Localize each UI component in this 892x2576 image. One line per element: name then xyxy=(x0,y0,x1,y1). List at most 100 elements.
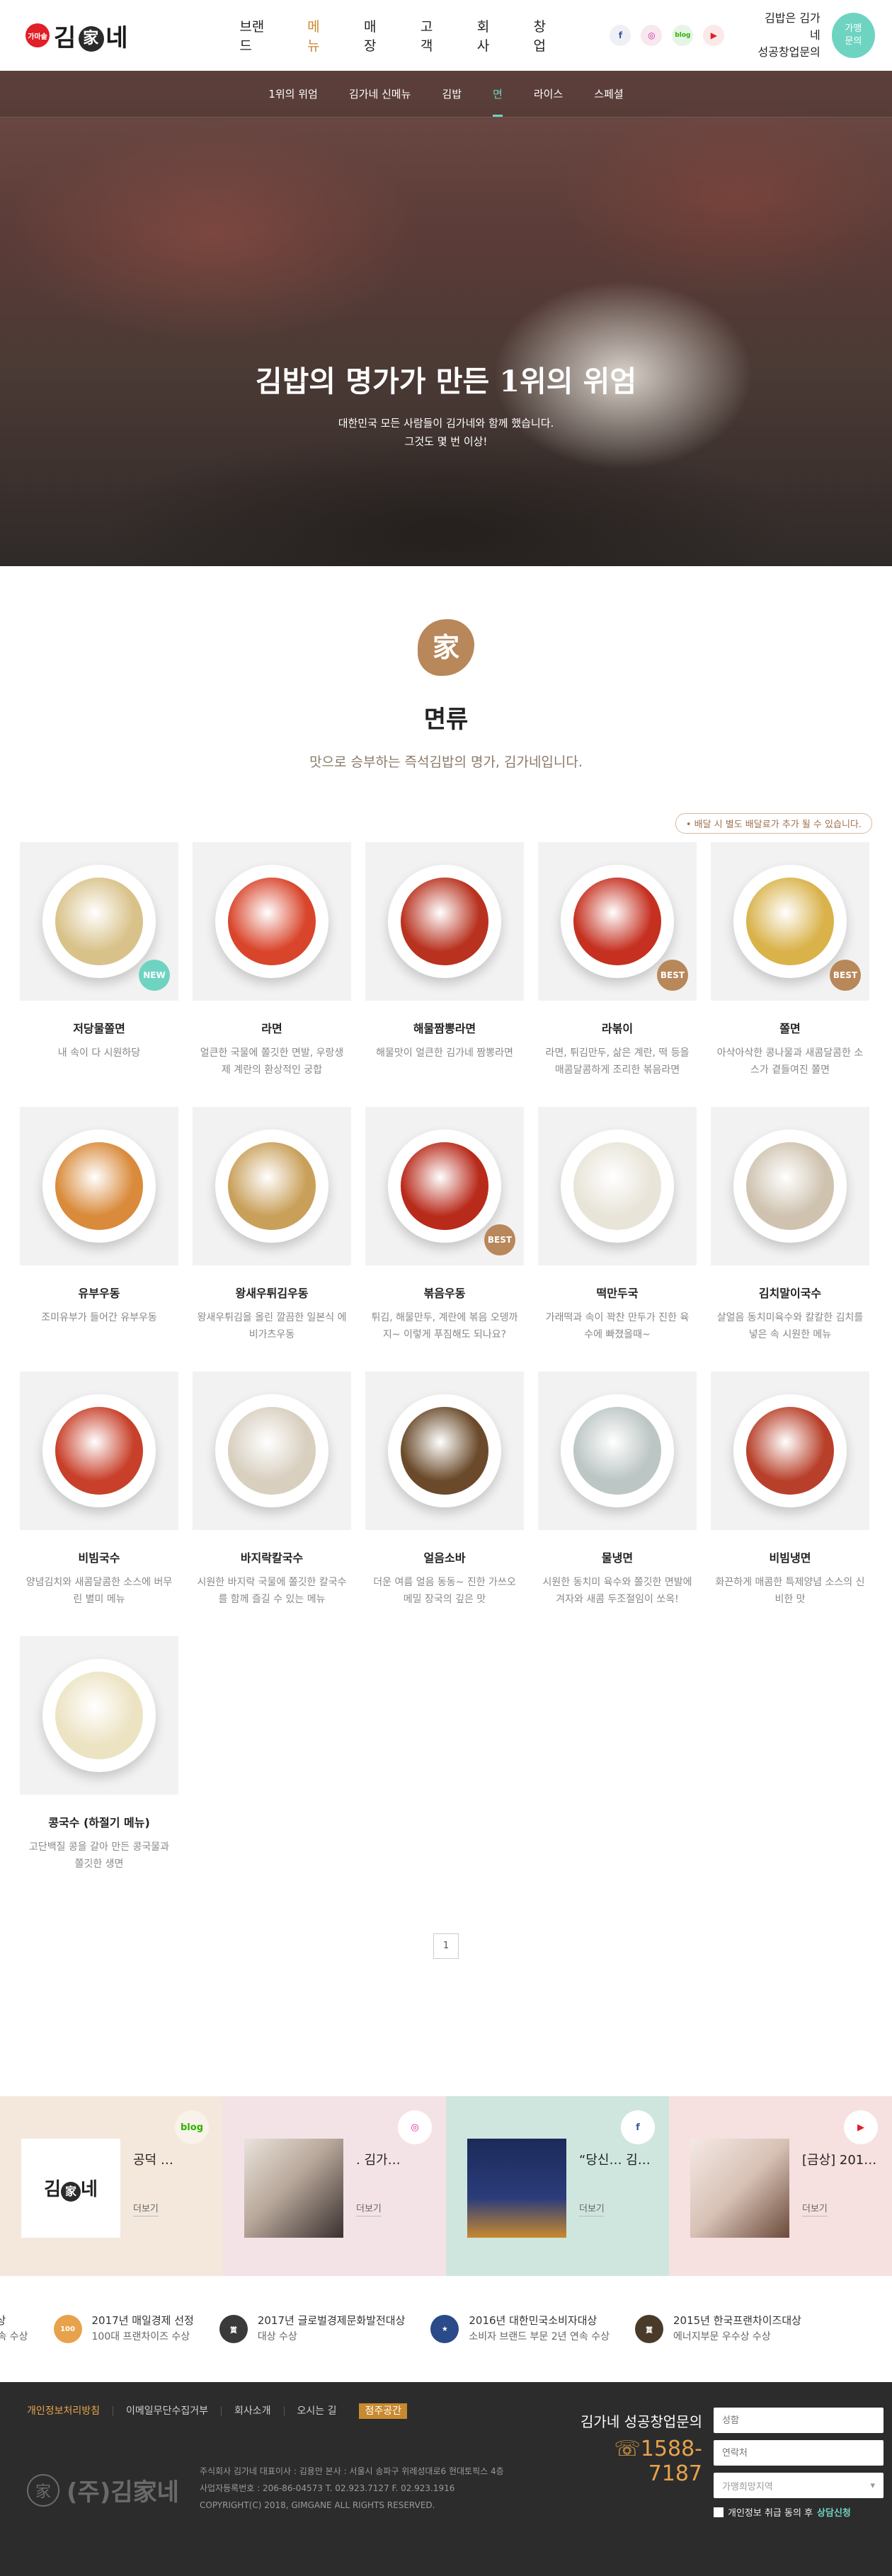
feed-more-link[interactable]: 더보기 xyxy=(133,2201,159,2216)
facebook-icon[interactable]: f xyxy=(610,25,631,46)
agree-checkbox[interactable] xyxy=(714,2507,724,2517)
name-input[interactable] xyxy=(714,2408,884,2433)
feed-card-blog[interactable]: 김 家 네 공덕 … 더보기 blog xyxy=(0,2096,223,2276)
subnav-new-menu[interactable]: 김가네 신메뉴 xyxy=(349,71,411,117)
logo-badge: 가마솥 xyxy=(25,23,50,47)
feed-body: 공덕 … 더보기 xyxy=(133,2139,211,2276)
menu-card[interactable]: 바지락칼국수 시원한 바지락 국물에 쫄깃한 칼국수를 함께 즐길 수 있는 메뉴 xyxy=(193,1372,351,1636)
franchise-inquiry-button[interactable]: 가맹 문의 xyxy=(831,13,875,58)
feed-title: [금상] 201… xyxy=(802,2153,877,2168)
feed-body: . 김가… 더보기 xyxy=(356,2139,434,2276)
main-nav: 브랜드 메뉴 매장 고객 회사 창업 xyxy=(239,16,556,54)
feed-more-link[interactable]: 더보기 xyxy=(579,2201,605,2216)
menu-thumbnail: BEST xyxy=(538,842,697,1001)
award-title: 2017년 글로벌경제문화발전대상 xyxy=(257,2314,406,2327)
dish-food xyxy=(746,1407,834,1495)
dish-bowl-icon xyxy=(388,1129,501,1243)
footer-owner-space-button[interactable]: 점주공간 xyxy=(359,2403,408,2419)
subnav-rice[interactable]: 라이스 xyxy=(534,71,563,117)
sub-nav: 1위의 위엄 김가네 신메뉴 김밥 면 라이스 스페셜 xyxy=(0,71,892,117)
award-text: 대한민국소비자대상브랜드 부문 3년 연속 수상 xyxy=(0,2313,28,2345)
nav-franchise[interactable]: 창업 xyxy=(534,16,556,54)
menu-card[interactable]: BEST 쫄면 아삭아삭한 콩나물과 새콤달콤한 소스가 곁들여진 쫄면 xyxy=(711,842,869,1107)
dish-bowl-icon xyxy=(215,865,328,978)
section-subtitle: 맛으로 승부하는 즉석김밥의 명가, 김가네입니다. xyxy=(309,754,583,770)
footer-phone-number[interactable]: ☏1588-7187 xyxy=(575,2437,702,2486)
menu-thumbnail: NEW xyxy=(20,842,178,1001)
menu-card[interactable]: 왕새우튀김우동왕새우튀김을 올린 깔끔한 일본식 에비가츠우동 xyxy=(193,1107,351,1372)
chevron-down-icon: ▾ xyxy=(870,2480,875,2491)
agree-row: 개인정보 취급 동의 후 상담신청 xyxy=(714,2505,884,2519)
feed-more-link[interactable]: 더보기 xyxy=(356,2201,382,2216)
nav-customer[interactable]: 고객 xyxy=(421,16,443,54)
dish-food xyxy=(746,878,834,965)
menu-card[interactable]: 떡만두국 가래떡과 속이 꽉찬 만두가 진한 육수에 빠졌을때~ xyxy=(538,1107,697,1372)
menu-card[interactable]: 해물짬뽕라면 해물맛이 얼큰한 김가네 짬뽕라면 xyxy=(365,842,524,1107)
menu-card[interactable]: 비빔냉면 화끈하게 매콤한 특제양념 소스의 신비한 맛 xyxy=(711,1372,869,1636)
nav-menu[interactable]: 메뉴 xyxy=(307,16,330,54)
award-item: ★ 2016년 대한민국소비자대상 소비자 브랜드 부문 2년 연속 수상 xyxy=(430,2313,635,2345)
blog-icon[interactable]: blog xyxy=(672,25,694,46)
instagram-icon[interactable]: ◎ xyxy=(641,25,663,46)
menu-card[interactable]: BEST 볶음우동 튀김, 해물만두, 계란에 볶음 오뎅까지~ 이렇게 푸짐해도 … xyxy=(365,1107,524,1372)
feed-more-link[interactable]: 더보기 xyxy=(802,2201,828,2216)
feed-card-facebook[interactable]: “당신… 김밥계… @___… 더보기 f xyxy=(446,2096,669,2276)
dish-food xyxy=(401,1407,488,1495)
footer-privacy-link[interactable]: 개인정보처리방침 xyxy=(27,2406,113,2416)
award-item: ★대한민국소비자대상브랜드 부문 3년 연속 수상 xyxy=(0,2313,54,2345)
menu-card[interactable]: NEW 저당물쫄면 내 속이 다 시원하당 xyxy=(20,842,178,1107)
dish-bowl-icon xyxy=(388,1394,501,1507)
youtube-icon[interactable]: ▶ xyxy=(703,25,725,46)
subnav-best[interactable]: 1위의 위엄 xyxy=(268,71,318,117)
nav-company[interactable]: 회사 xyxy=(477,16,500,54)
site-logo[interactable]: 가마솥 김家네 xyxy=(25,18,208,53)
menu-card[interactable]: 유부우동 조미유부가 들어간 유부우동 xyxy=(20,1107,178,1372)
phone-input[interactable] xyxy=(714,2440,884,2466)
subnav-noodles[interactable]: 면 xyxy=(493,71,503,117)
menu-card[interactable]: 김치말이국수 살얼음 동치미육수와 칼칼한 김치를 넣은 속 시원한 메뉴 xyxy=(711,1107,869,1372)
menu-description: 해물맛이 얼큰한 김가네 짬뽕라면 xyxy=(376,1047,513,1059)
award-text: 2017년 매일경제 선정 100대 프랜차이즈 수상 xyxy=(92,2313,194,2345)
menu-description: 내 속이 다 시원하당 xyxy=(57,1047,141,1059)
menu-card[interactable]: 라면 얼큰한 국물에 쫄깃한 면발, 우랑생제 계란의 환상적인 궁합 xyxy=(193,842,351,1107)
instagram-icon[interactable]: ◎ xyxy=(398,2110,432,2144)
menu-card[interactable]: 콩국수 (하절기 메뉴) 고단백질 콩을 갈아 만든 콩국물과 쫄깃한 생면 xyxy=(20,1636,178,1901)
menu-name: 왕새우튀김우동 xyxy=(235,1287,309,1300)
consult-line-1: 김밥은 김가네 xyxy=(765,11,820,42)
menu-description: 왕새우튀김을 올린 깔끔한 일본식 에비가츠우동 xyxy=(197,1312,347,1340)
feed-card-instagram[interactable]: . 김가… 더보기 ◎ xyxy=(223,2096,446,2276)
menu-name: 비빔냉면 xyxy=(769,1551,811,1565)
logo-text-han: 家 xyxy=(79,26,105,52)
menu-name: 유부우동 xyxy=(78,1287,120,1300)
subnav-gimbap[interactable]: 김밥 xyxy=(442,71,462,117)
menu-card[interactable]: 얼음소바 더운 여름 얼음 동동~ 진한 가쓰오 메밀 장국의 깊은 맛 xyxy=(365,1372,524,1636)
facebook-icon[interactable]: f xyxy=(621,2110,655,2144)
best-badge: BEST xyxy=(484,1224,515,1255)
footer-location-link[interactable]: 오시는 길 xyxy=(283,2406,350,2416)
youtube-icon[interactable]: ▶ xyxy=(844,2110,878,2144)
blog-icon[interactable]: blog xyxy=(175,2110,209,2144)
menu-name: 라볶이 xyxy=(601,1022,634,1035)
dish-bowl-icon xyxy=(733,1129,847,1243)
menu-card[interactable]: 물냉면 시원한 동치미 육수와 쫄깃한 면발에 겨자와 새콤 두조절임이 쏘옥! xyxy=(538,1372,697,1636)
award-title: 2015년 한국프랜차이즈대상 xyxy=(673,2314,801,2327)
footer-about-link[interactable]: 회사소개 xyxy=(220,2406,284,2416)
nav-brand[interactable]: 브랜드 xyxy=(239,16,273,54)
footer-email-policy-link[interactable]: 이메일무단수집거부 xyxy=(113,2406,221,2416)
menu-description: 아삭아삭한 콩나물과 새콤달콤한 소스가 곁들여진 쫄면 xyxy=(716,1047,864,1076)
feed-card-youtube[interactable]: [금상] 201… 더보기 ▶ xyxy=(669,2096,892,2276)
section-title: 면류 xyxy=(423,706,469,734)
award-title: 대한민국소비자대상 xyxy=(0,2314,6,2327)
agree-label: 개인정보 취급 동의 후 xyxy=(728,2508,813,2519)
feed-title: “당신… 김밥계… @___… xyxy=(579,2153,657,2168)
feed-body: “당신… 김밥계… @___… 더보기 xyxy=(579,2139,657,2276)
menu-card[interactable]: BEST 라볶이 라면, 튀김만두, 삶은 계란, 떡 등을 매콤달콤하게 조리한 … xyxy=(538,842,697,1107)
submit-consult-button[interactable]: 상담신청 xyxy=(817,2505,851,2519)
subnav-special[interactable]: 스페셜 xyxy=(594,71,623,117)
award-emblem-icon: 賞 xyxy=(219,2315,248,2343)
page-number[interactable]: 1 xyxy=(433,1933,459,1959)
award-subtitle: 브랜드 부문 3년 연속 수상 xyxy=(0,2331,28,2342)
menu-card[interactable]: 비빔국수 양념김치와 새콤달콤한 소스에 버무린 별미 메뉴 xyxy=(20,1372,178,1636)
nav-store[interactable]: 매장 xyxy=(364,16,387,54)
award-subtitle: 소비자 브랜드 부문 2년 연속 수상 xyxy=(469,2331,610,2342)
